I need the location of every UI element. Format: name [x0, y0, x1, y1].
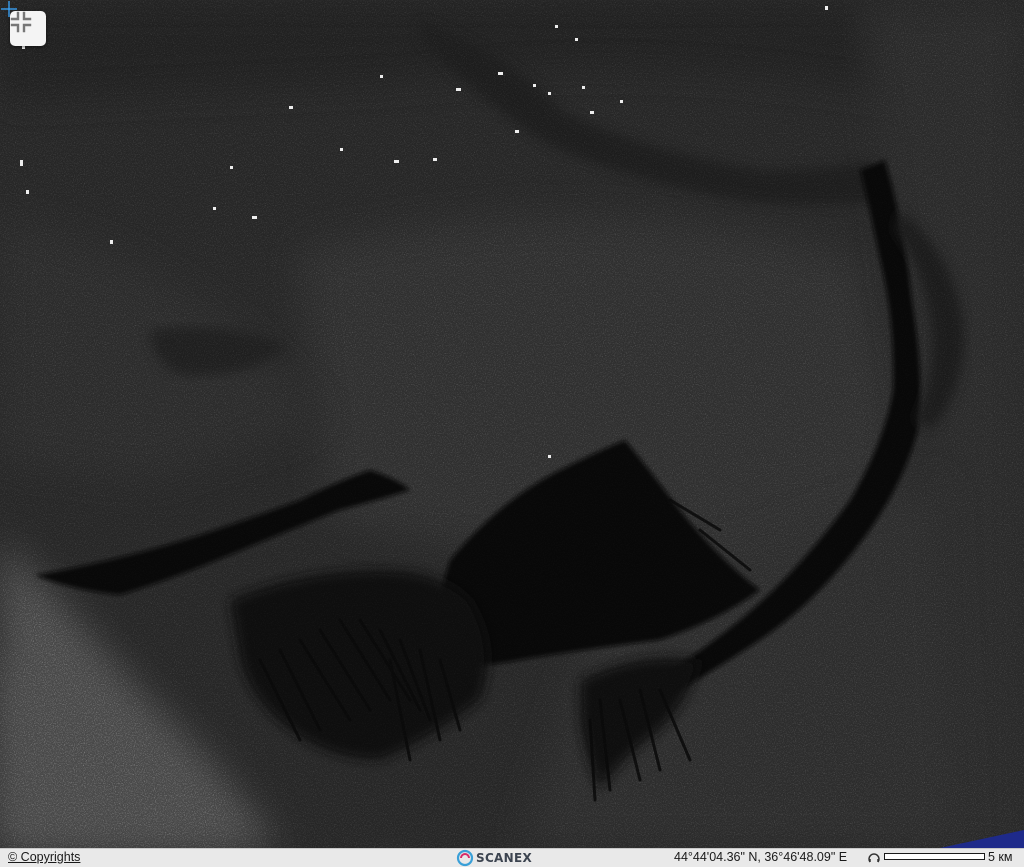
- scale-bar: [884, 853, 985, 860]
- center-crosshair-icon: [1, 1, 17, 17]
- status-bar: © Copyrights SCANEX 44°44'04.36" N, 36°4…: [0, 848, 1024, 867]
- scanex-logo-icon: [456, 849, 474, 867]
- scale-label: 5 км: [988, 850, 1013, 864]
- cursor-coordinates: 44°44'04.36" N, 36°46'48.09" E: [674, 850, 848, 864]
- map-canvas[interactable]: [0, 0, 1024, 848]
- scale-toggle-icon[interactable]: [868, 852, 880, 864]
- sar-imagery: [0, 0, 1024, 848]
- copyrights-link[interactable]: © Copyrights: [8, 850, 80, 864]
- scanex-logo: SCANEX: [456, 849, 532, 867]
- logo-wordmark: SCANEX: [476, 851, 533, 865]
